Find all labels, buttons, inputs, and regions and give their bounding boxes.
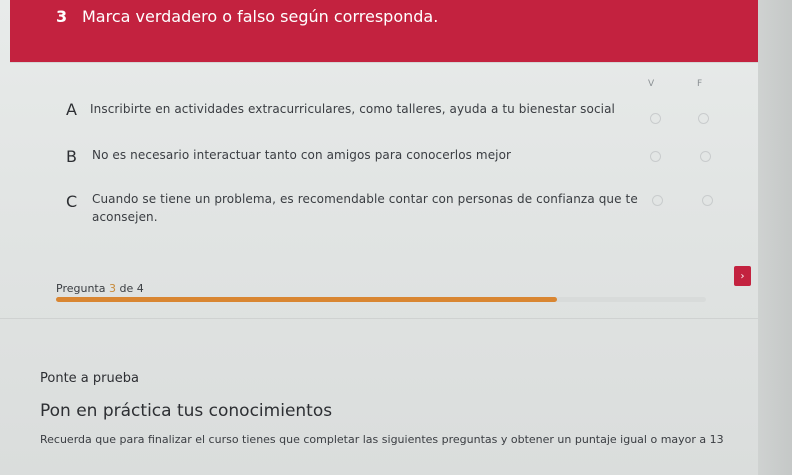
- statement-text: Inscribirte en actividades extracurricul…: [90, 102, 615, 116]
- progress-word: Pregunta: [56, 282, 106, 295]
- radio-false-a[interactable]: [698, 113, 709, 124]
- radio-true-b[interactable]: [650, 151, 661, 162]
- false-column-label: F: [697, 79, 703, 89]
- statement-letter: B: [66, 147, 77, 166]
- statement-letter: A: [66, 100, 77, 119]
- section-subtitle: Ponte a prueba: [40, 371, 139, 386]
- statement-text: Cuando se tiene un problema, es recomend…: [92, 192, 638, 206]
- question-number: 3: [56, 7, 68, 26]
- next-question-button[interactable]: ›: [734, 266, 751, 286]
- chevron-right-icon: ›: [740, 270, 745, 282]
- radio-false-c[interactable]: [702, 195, 713, 206]
- radio-false-b[interactable]: [700, 151, 711, 162]
- screen-edge: [758, 0, 792, 475]
- statement-letter: C: [66, 192, 78, 211]
- radio-true-c[interactable]: [652, 195, 663, 206]
- section-divider: [0, 318, 792, 319]
- progress-total: 4: [136, 282, 144, 295]
- true-column-label: V: [648, 79, 655, 89]
- question-title: Marca verdadero o falso según correspond…: [82, 7, 439, 26]
- statement-text: No es necesario interactuar tanto con am…: [92, 148, 512, 162]
- section-title: Pon en práctica tus conocimientos: [40, 401, 333, 421]
- radio-true-a[interactable]: [650, 113, 661, 124]
- progress-label: Pregunta 3 de 4: [56, 282, 144, 295]
- progress-of: de: [119, 282, 134, 295]
- progress-fill: [56, 297, 557, 302]
- progress-track: [56, 297, 706, 302]
- section-description: Recuerda que para finalizar el curso tie…: [40, 433, 724, 446]
- progress-current: 3: [108, 282, 116, 295]
- quiz-screen: 3 Marca verdadero o falso según correspo…: [0, 0, 792, 475]
- statement-text-continued: aconsejen.: [92, 210, 158, 224]
- question-header: 3 Marca verdadero o falso según correspo…: [10, 0, 758, 62]
